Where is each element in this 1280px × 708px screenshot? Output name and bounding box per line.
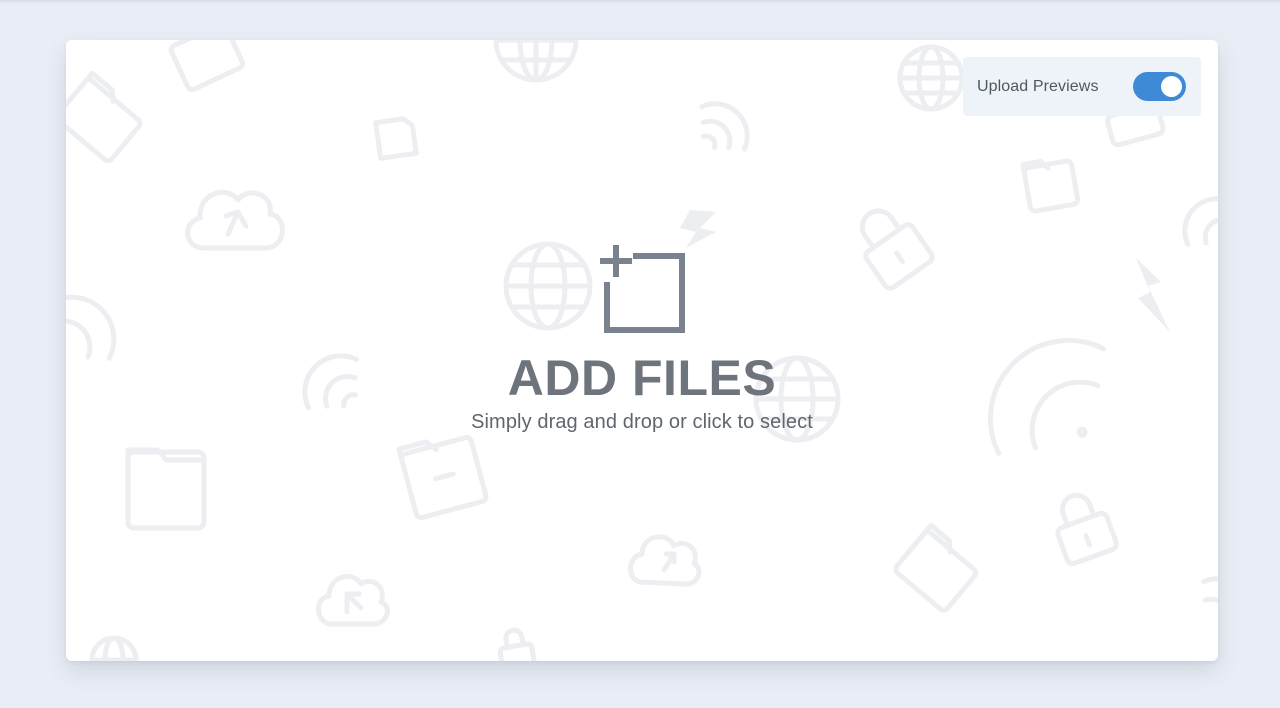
toggle-switch[interactable] bbox=[1133, 72, 1186, 101]
globe-icon bbox=[897, 44, 965, 112]
top-edge-shadow bbox=[0, 0, 1280, 4]
lightning-icon bbox=[680, 210, 716, 248]
cloud-upload-icon bbox=[185, 189, 285, 251]
add-files-title: ADD FILES bbox=[507, 350, 777, 406]
folder-icon bbox=[893, 522, 979, 613]
toggle-knob bbox=[1161, 76, 1182, 97]
upload-previews-label: Upload Previews bbox=[977, 77, 1099, 95]
globe-icon bbox=[493, 40, 579, 83]
folder-icon bbox=[396, 434, 489, 521]
wifi-icon bbox=[1182, 196, 1218, 247]
upload-previews-toggle[interactable]: Upload Previews bbox=[963, 57, 1201, 116]
lock-icon bbox=[497, 627, 537, 661]
add-files-icon bbox=[600, 245, 685, 333]
drop-zone-content[interactable]: ADD FILES Simply drag and drop or click … bbox=[66, 245, 1218, 434]
folder-icon bbox=[1020, 158, 1081, 214]
lock-icon bbox=[1055, 492, 1119, 567]
file-drop-zone[interactable]: Upload Previews ADD FILES Simply drag an… bbox=[66, 40, 1218, 661]
add-files-subtitle: Simply drag and drop or click to select bbox=[471, 411, 813, 433]
cloud-upload-icon bbox=[316, 573, 390, 627]
folder-icon bbox=[125, 447, 207, 531]
folder-icon bbox=[66, 70, 143, 164]
globe-icon bbox=[89, 635, 139, 661]
file-icon bbox=[373, 116, 419, 161]
folder-icon bbox=[168, 40, 246, 93]
wifi-icon bbox=[1201, 576, 1218, 627]
cloud-upload-icon bbox=[628, 534, 702, 587]
wifi-icon bbox=[699, 101, 750, 152]
